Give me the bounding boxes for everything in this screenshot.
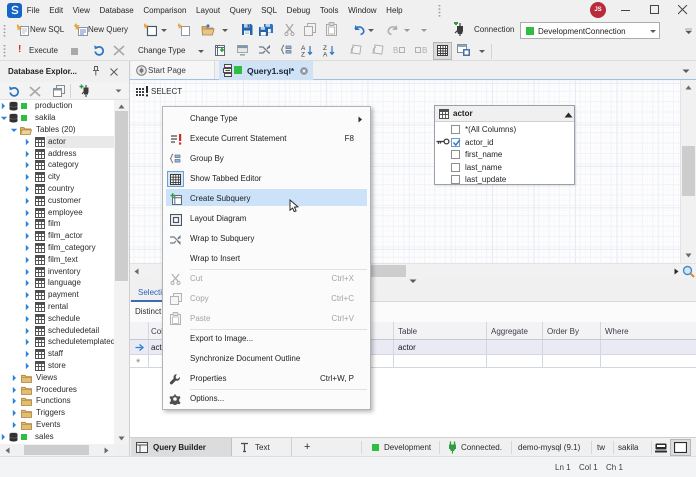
svg-text:Z: Z xyxy=(301,52,305,58)
svg-text:B: B xyxy=(393,46,398,55)
svg-text:B: B xyxy=(422,46,427,55)
svg-text:A: A xyxy=(323,52,328,58)
